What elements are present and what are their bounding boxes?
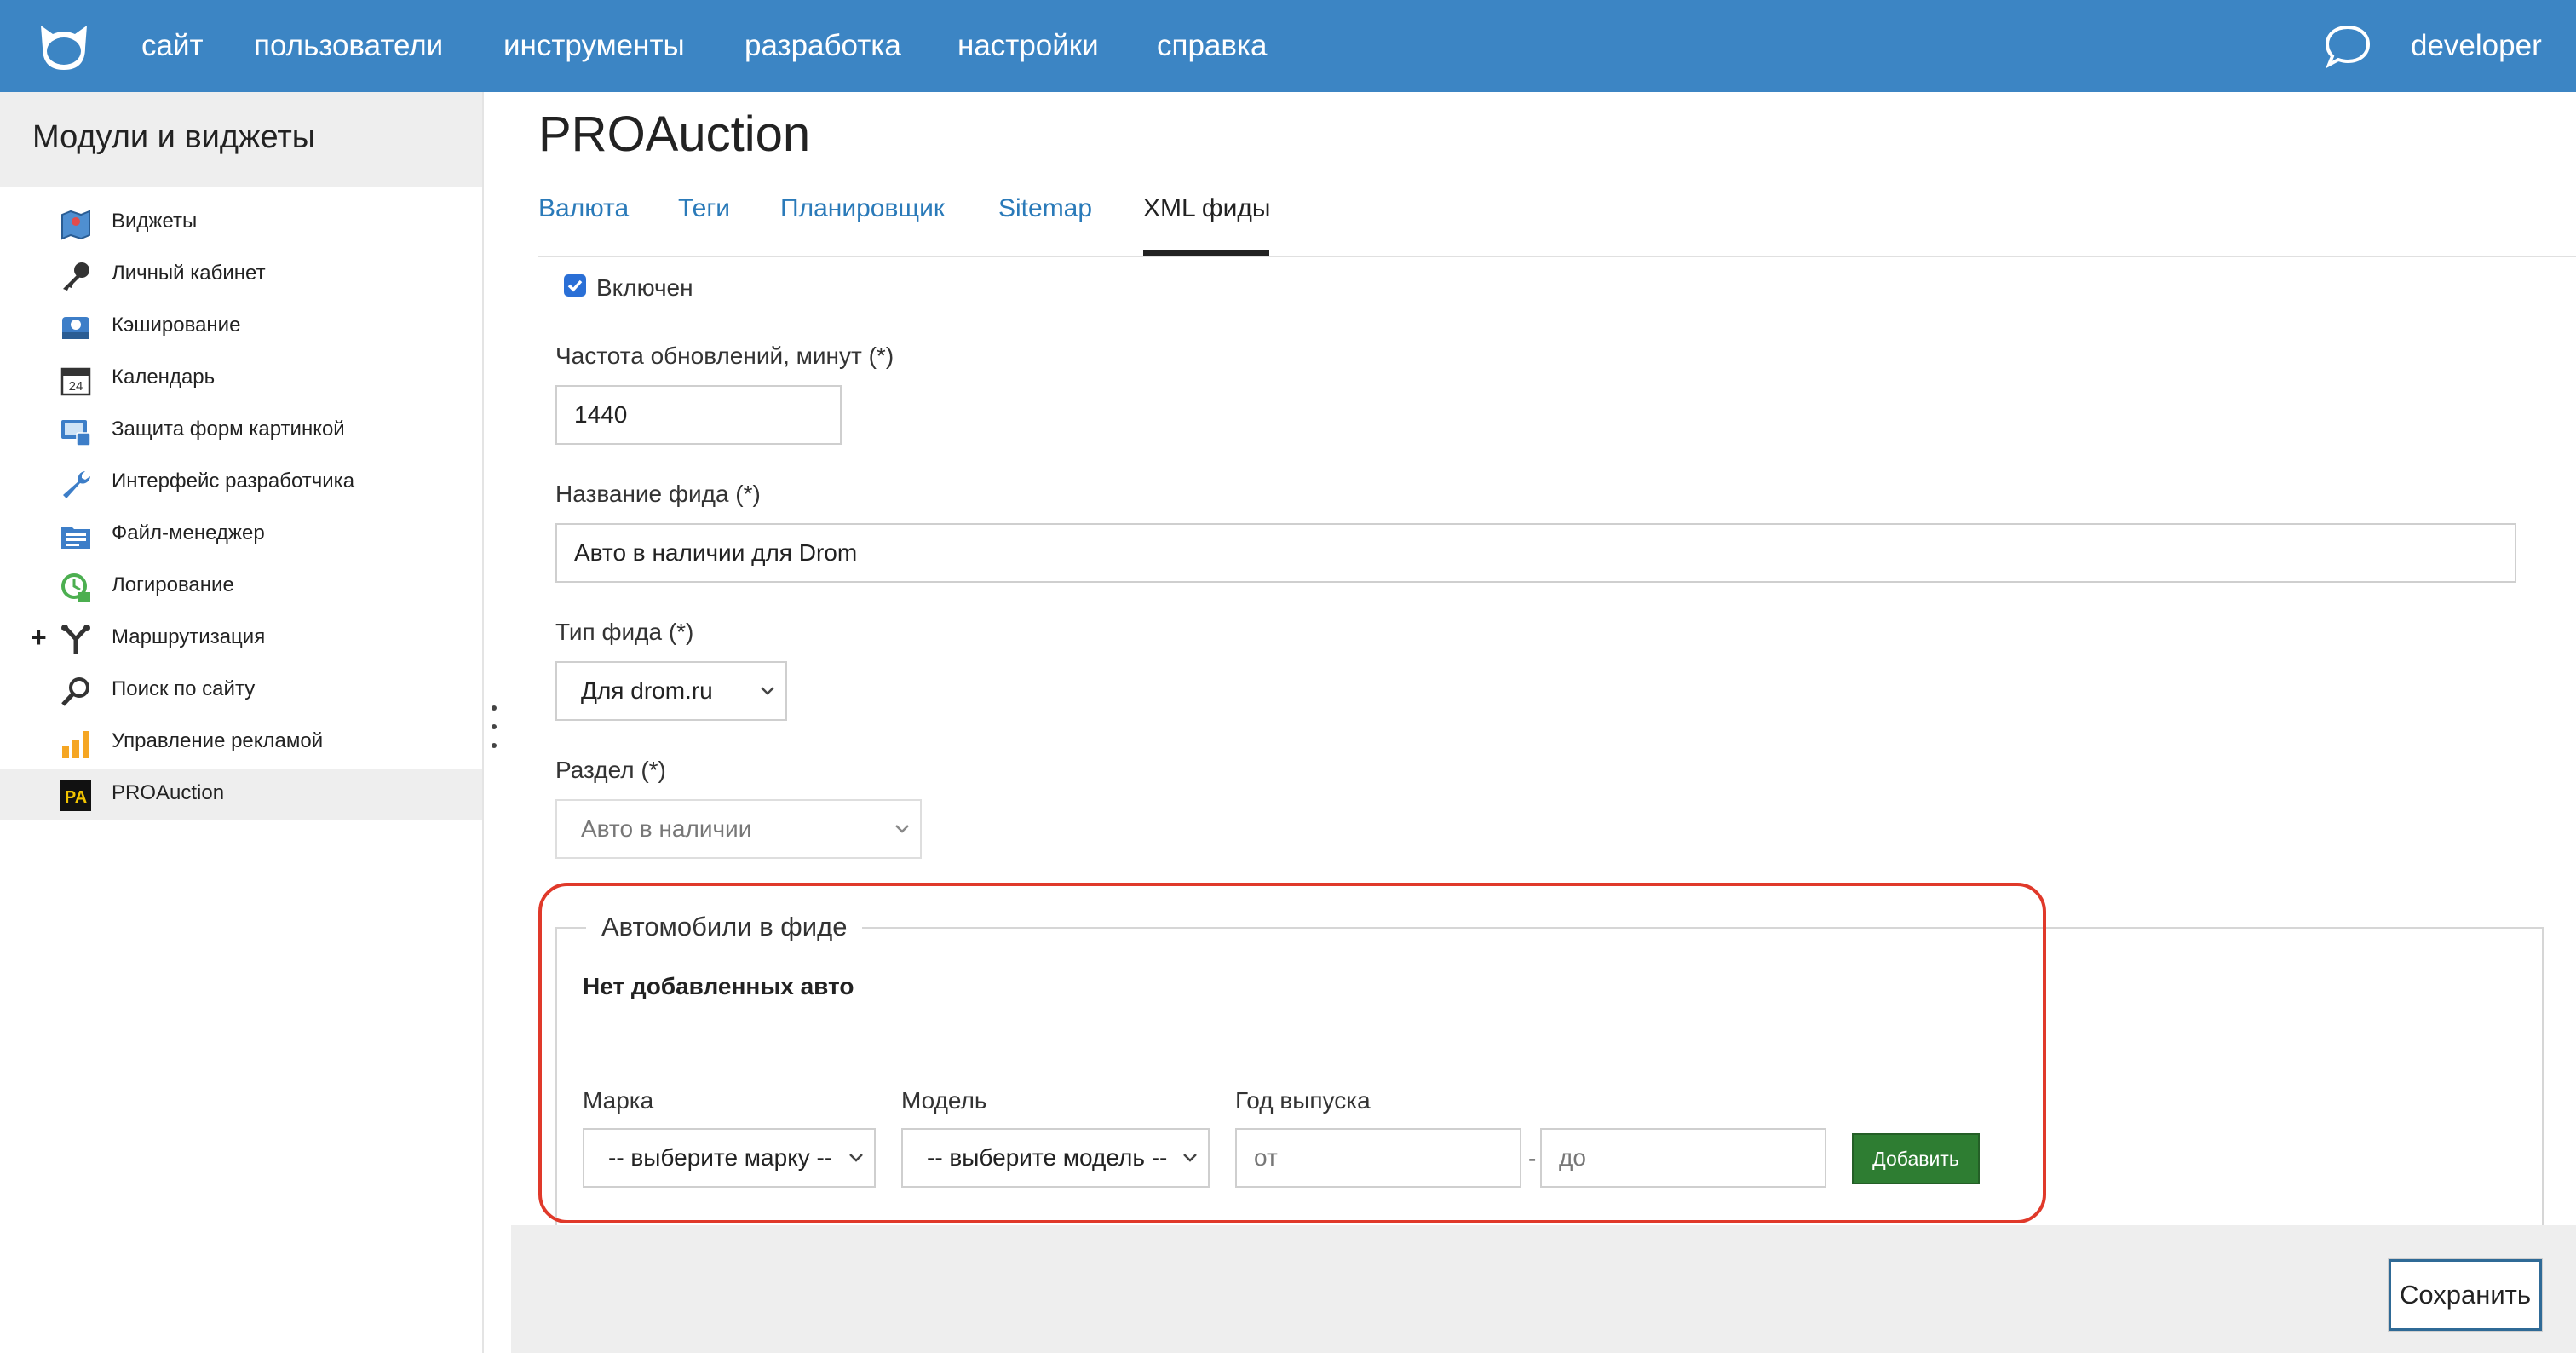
brand-select[interactable]: -- выберите марку -- [583,1128,876,1188]
sidebar-item-file-manager[interactable]: Файл-менеджер [0,510,482,561]
svg-text:24: 24 [69,379,83,394]
chat-bubble-icon[interactable] [2322,20,2373,72]
chevron-down-icon [1183,1154,1197,1162]
sidebar-title: Модули и виджеты [32,119,316,155]
tab-tags[interactable]: Теги [678,194,730,245]
sidebar-item-label: Логирование [112,573,234,596]
section-select[interactable]: Авто в наличии [555,799,922,859]
year-from-input[interactable]: от [1235,1128,1521,1188]
nav-users[interactable]: пользователи [254,26,443,66]
section-value: Авто в наличии [581,815,752,842]
sidebar-item-label: Управление рекламой [112,729,324,752]
model-label: Модель [901,1087,987,1114]
page-title: PROAuction [538,107,811,162]
cars-fieldset-legend: Автомобили в фиде [586,912,863,942]
update-frequency-label: Частота обновлений, минут (*) [555,343,894,369]
sidebar: Модули и виджеты Виджеты Личный кабинет … [0,92,482,1353]
calendar-icon: 24 [60,364,92,396]
sidebar-item-captcha[interactable]: Защита форм картинкой [0,406,482,457]
brand-value: -- выберите марку -- [608,1144,833,1171]
feed-type-label: Тип фида (*) [555,619,694,645]
feed-type-select[interactable]: Для drom.ru [555,661,787,721]
sidebar-item-label: Маршрутизация [112,625,266,648]
model-value: -- выберите модель -- [927,1144,1168,1171]
sidebar-item-label: Виджеты [112,210,198,233]
sidebar-item-proauction[interactable]: PA PROAuction [0,769,482,820]
user-menu[interactable]: developer [2411,26,2542,66]
section-label: Раздел (*) [555,757,666,783]
key-icon [60,260,92,292]
save-button[interactable]: Сохранить [2389,1259,2542,1331]
captcha-icon [60,416,92,448]
log-icon [60,572,92,604]
brand-label: Марка [583,1087,654,1114]
sidebar-item-personal-account[interactable]: Личный кабинет [0,250,482,301]
hard-drive-icon [60,312,92,344]
sidebar-item-label: Защита форм картинкой [112,417,345,440]
feed-type-value: Для drom.ru [581,677,713,704]
tab-sitemap[interactable]: Sitemap [998,194,1092,245]
cat-logo-icon[interactable] [34,17,94,77]
sidebar-item-label: Поиск по сайту [112,677,256,700]
model-select[interactable]: -- выберите модель -- [901,1128,1210,1188]
year-range-separator: - [1528,1145,1537,1172]
tab-scheduler[interactable]: Планировщик [780,194,945,245]
chevron-down-icon [761,687,774,695]
year-to-input[interactable]: до [1540,1128,1826,1188]
sidebar-item-developer-interface[interactable]: Интерфейс разработчика [0,458,482,509]
feed-name-input[interactable]: Авто в наличии для Drom [555,523,2516,583]
nav-tools[interactable]: инструменты [503,26,685,66]
tab-currency[interactable]: Валюта [538,194,629,245]
feed-name-label: Название фида (*) [555,481,761,507]
bar-chart-icon [60,728,92,760]
sidebar-item-label: PROAuction [112,781,225,804]
sidebar-item-ads[interactable]: Управление рекламой [0,717,482,769]
sidebar-item-label: Файл-менеджер [112,521,265,544]
nav-settings[interactable]: настройки [957,26,1099,66]
nav-development[interactable]: разработка [745,26,901,66]
wrench-icon [60,468,92,500]
routing-icon [60,624,92,656]
sidebar-item-label: Календарь [112,366,216,389]
no-cars-message: Нет добавленных авто [583,973,854,999]
sidebar-header: Модули и виджеты [0,92,482,187]
pa-logo-text: PA [65,788,87,807]
year-label: Год выпуска [1235,1087,1371,1114]
sidebar-item-label: Личный кабинет [112,262,266,285]
map-icon [60,208,92,240]
chevron-down-icon [849,1154,863,1162]
folder-icon [60,520,92,552]
sidebar-item-logging[interactable]: Логирование [0,561,482,613]
active-tab-indicator [1143,250,1269,256]
enabled-label: Включен [596,274,693,301]
sidebar-divider [482,92,484,1353]
sidebar-item-widgets[interactable]: Виджеты [0,198,482,249]
chevron-down-icon [895,825,909,833]
top-navigation-bar: сайт пользователи инструменты разработка… [0,0,2576,92]
enabled-checkbox[interactable] [564,274,586,297]
sidebar-resize-handle[interactable] [487,704,501,751]
main-content: PROAuction Валюта Теги Планировщик Sitem… [511,92,2576,1353]
nav-help[interactable]: справка [1157,26,1268,66]
sidebar-item-label: Интерфейс разработчика [112,469,355,492]
expand-plus-icon[interactable]: + [31,622,47,653]
tabs-divider [538,256,2576,257]
form-footer: Сохранить [511,1225,2576,1353]
sidebar-item-label: Кэширование [112,314,241,337]
sidebar-item-calendar[interactable]: 24 Календарь [0,354,482,405]
pa-logo-icon: PA [60,780,92,812]
magnifier-icon [60,676,92,708]
add-car-button[interactable]: Добавить [1852,1133,1980,1184]
nav-site[interactable]: сайт [141,26,204,66]
tab-xml-feeds[interactable]: XML фиды [1143,194,1270,245]
update-frequency-input[interactable]: 1440 [555,385,842,445]
sidebar-item-routing[interactable]: + Маршрутизация [0,613,482,665]
sidebar-item-site-search[interactable]: Поиск по сайту [0,665,482,717]
sidebar-item-caching[interactable]: Кэширование [0,302,482,353]
